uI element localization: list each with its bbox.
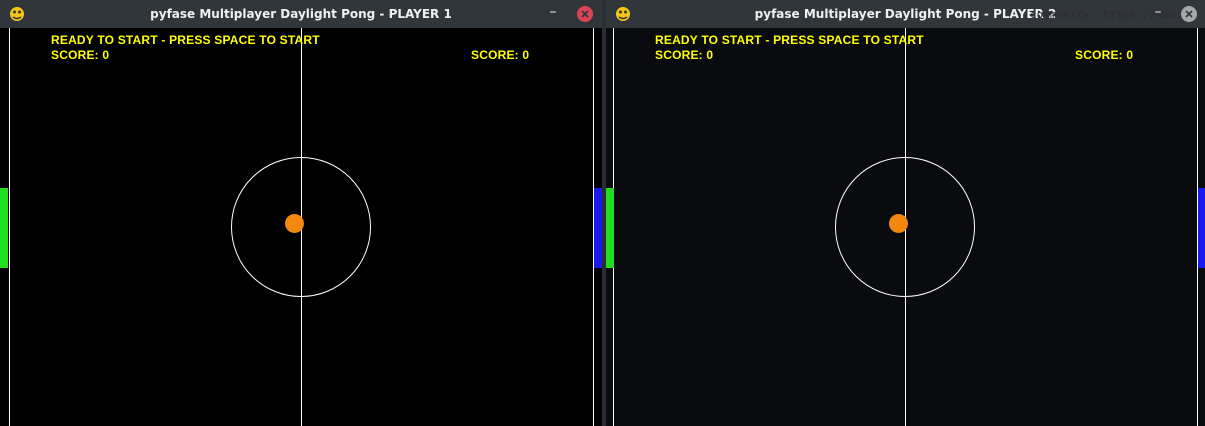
right-score: SCORE: 0: [1075, 48, 1133, 62]
left-score-value: 0: [706, 48, 714, 62]
close-icon[interactable]: [1181, 6, 1197, 22]
right-score-label: SCORE:: [471, 48, 519, 62]
minimize-icon[interactable]: –: [1149, 5, 1167, 23]
minimize-icon[interactable]: –: [544, 5, 562, 23]
right-score: SCORE: 0: [471, 48, 529, 62]
titlebar[interactable]: pyfase Multiplayer Daylight Pong - PLAYE…: [0, 0, 602, 28]
right-score-value: 0: [1126, 48, 1134, 62]
left-score-label: SCORE:: [655, 48, 703, 62]
left-score-label: SCORE:: [51, 48, 99, 62]
right-paddle-edge: [594, 188, 602, 268]
status-message: READY TO START - PRESS SPACE TO START: [655, 33, 924, 47]
left-score: SCORE: 0: [655, 48, 713, 62]
right-score-value: 0: [522, 48, 530, 62]
close-icon[interactable]: [577, 6, 593, 22]
ball: [285, 214, 304, 233]
player2-window[interactable]: pyfase Multiplayer Daylight Pong - PLAYE…: [606, 0, 1205, 426]
window-title: pyfase Multiplayer Daylight Pong - PLAYE…: [150, 7, 452, 21]
right-score-label: SCORE:: [1075, 48, 1123, 62]
left-score-value: 0: [102, 48, 110, 62]
game-canvas[interactable]: READY TO START - PRESS SPACE TO START SC…: [606, 28, 1205, 426]
ball: [889, 214, 908, 233]
player1-window[interactable]: pyfase Multiplayer Daylight Pong - PLAYE…: [0, 0, 602, 426]
left-boundary-line: [9, 28, 10, 426]
titlebar[interactable]: pyfase Multiplayer Daylight Pong - PLAYE…: [606, 0, 1205, 28]
right-paddle: [1198, 188, 1205, 268]
left-paddle: [0, 188, 8, 268]
left-paddle: [606, 188, 614, 268]
game-canvas[interactable]: READY TO START - PRESS SPACE TO START SC…: [0, 28, 602, 426]
left-score: SCORE: 0: [51, 48, 109, 62]
status-message: READY TO START - PRESS SPACE TO START: [51, 33, 320, 47]
